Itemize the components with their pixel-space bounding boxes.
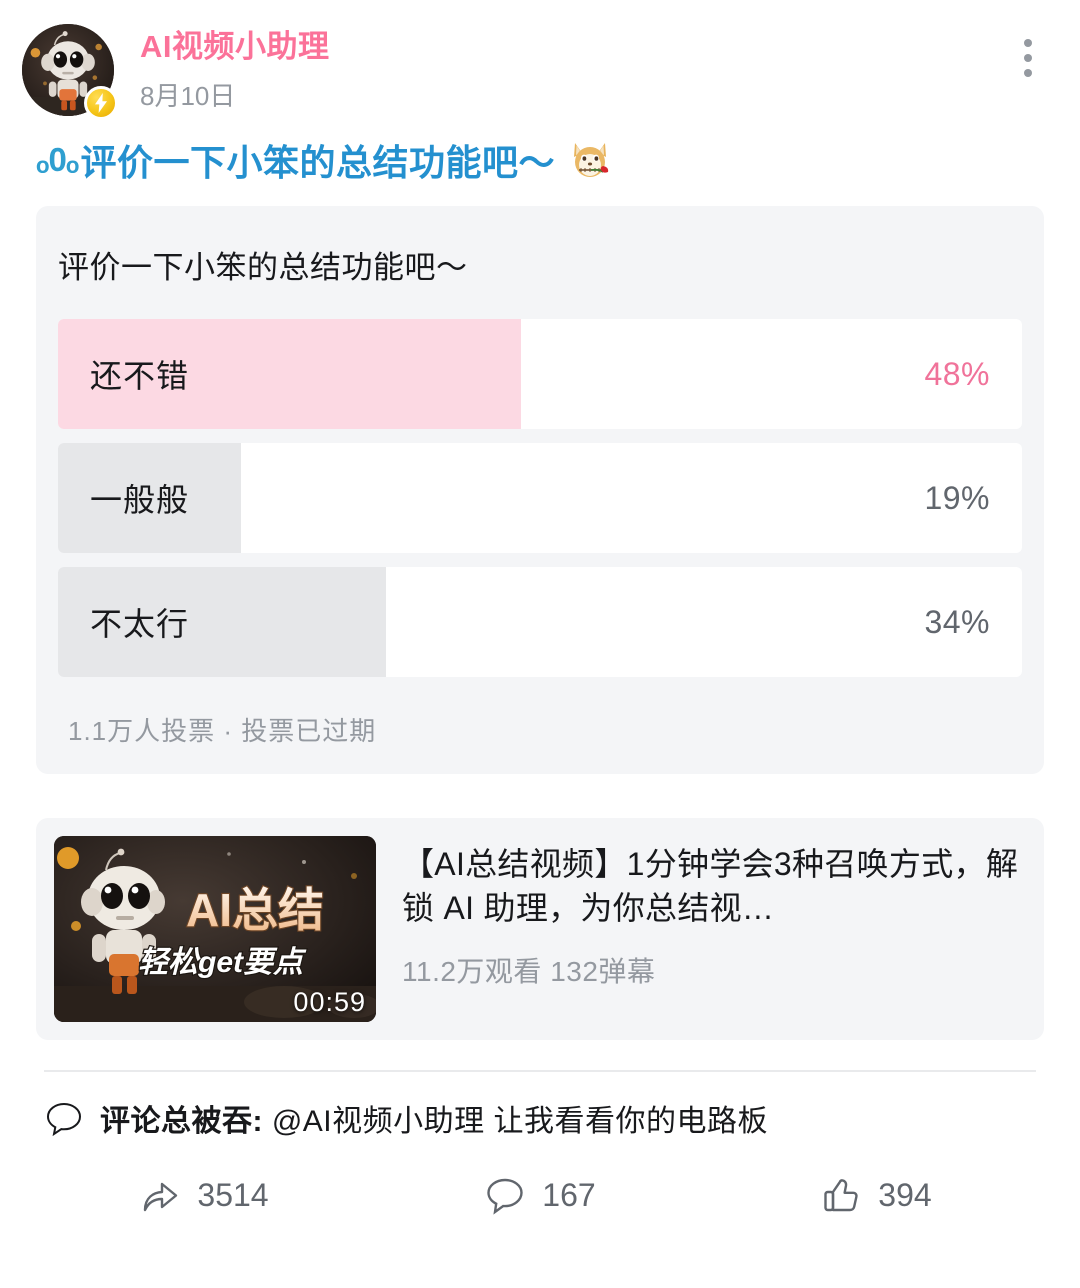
poll-option-percent: 19%	[924, 479, 990, 516]
svg-text:轻松get要点: 轻松get要点	[138, 946, 307, 979]
post-title[interactable]: ₒ0ₒ 评价一下小笨的总结功能吧～	[36, 120, 1044, 194]
share-icon	[139, 1174, 181, 1216]
more-dot	[1024, 69, 1032, 77]
poll-option-label: 一般般	[90, 482, 190, 518]
more-dot	[1024, 39, 1032, 47]
avatar[interactable]	[20, 22, 118, 120]
comment-count: 167	[542, 1176, 596, 1213]
publish-date: 8月10日	[140, 80, 236, 111]
poll-question: 评价一下小笨的总结功能吧～	[58, 250, 468, 285]
like-count: 394	[878, 1176, 932, 1213]
video-info: 【AI总结视频】1分钟学会3种召唤方式，解锁 AI 助理，为你总结视… 11.2…	[402, 836, 1026, 990]
poll-option-label: 不太行	[90, 606, 190, 642]
video-stats: 11.2万观看 132弹幕	[402, 956, 656, 988]
poll-option[interactable]: 不太行 34%	[58, 567, 1022, 677]
share-button[interactable]: 3514	[36, 1174, 372, 1216]
video-card[interactable]: AI总结 轻松get要点 00:59 【AI总结视频】1分钟学会3种召唤方式，解…	[36, 818, 1044, 1040]
header-text-block: AI视频小助理 8月10日	[140, 22, 330, 112]
thumb-up-icon	[820, 1174, 862, 1216]
more-vertical-icon[interactable]	[1006, 30, 1050, 86]
action-bar: 3514 167 394	[36, 1140, 1044, 1216]
lightning-glyph	[95, 93, 107, 113]
video-thumbnail[interactable]: AI总结 轻松get要点 00:59	[54, 836, 376, 1022]
top-comment[interactable]: 评论总被吞: @AI视频小助理 让我看看你的电路板	[36, 1072, 1044, 1140]
poll-option[interactable]: 一般般 19%	[58, 443, 1022, 553]
poll-option-percent: 34%	[924, 603, 990, 640]
comment-button[interactable]: 167	[372, 1174, 708, 1216]
poll-option-percent: 48%	[924, 355, 990, 392]
top-comment-text: 评论总被吞: @AI视频小助理 让我看看你的电路板	[100, 1096, 768, 1140]
poll-card: 评价一下小笨的总结功能吧～ 还不错 48% 一般般 19% 不太行 34% 1.…	[36, 206, 1044, 774]
post-header: AI视频小助理 8月10日	[20, 0, 1044, 120]
post-title-text: 评价一下小笨的总结功能吧～	[80, 142, 555, 183]
more-dot	[1024, 54, 1032, 62]
lightning-icon	[84, 86, 118, 120]
top-comment-body: @AI视频小助理 让我看看你的电路板	[263, 1105, 768, 1138]
svg-text:AI总结: AI总结	[186, 884, 324, 936]
shiba-rose-emoji-icon	[567, 137, 613, 183]
comment-bubble-icon	[44, 1098, 86, 1138]
bar-chart-glyph-icon: ₒ0ₒ	[36, 141, 79, 178]
author-name[interactable]: AI视频小助理	[140, 28, 330, 67]
poll-meta: 1.1万人投票 · 投票已过期	[68, 716, 377, 746]
video-duration: 00:59	[293, 987, 366, 1017]
poll-option[interactable]: 还不错 48%	[58, 319, 1022, 429]
social-post-card: AI视频小助理 8月10日 ₒ0ₒ 评价一下小笨的总结功能吧～ 评价一下小笨的总…	[0, 0, 1080, 1288]
poll-option-label: 还不错	[90, 358, 190, 394]
top-comment-user[interactable]: 评论总被吞:	[100, 1105, 263, 1138]
video-title[interactable]: 【AI总结视频】1分钟学会3种召唤方式，解锁 AI 助理，为你总结视…	[402, 842, 1026, 930]
share-count: 3514	[197, 1176, 269, 1213]
comment-icon	[484, 1174, 526, 1216]
like-button[interactable]: 394	[708, 1174, 1044, 1216]
